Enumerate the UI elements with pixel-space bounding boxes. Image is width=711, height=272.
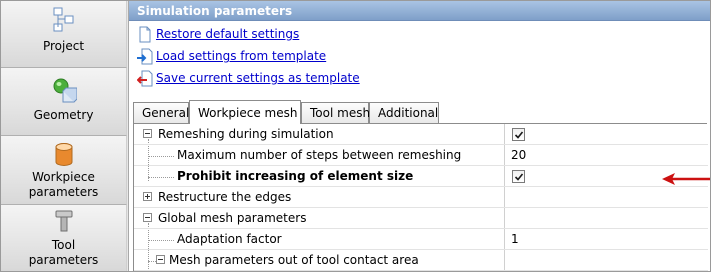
sidebar-item-label: parameters [28,185,99,199]
grid-row-prohibit-increasing[interactable]: Prohibit increasing of element size [134,166,708,187]
application-window: Project Geometry Workpiece parameters To… [0,0,711,272]
project-icon [53,7,75,36]
sidebar-item-label: Workpiece [32,170,95,184]
grid-row-adaptation-factor[interactable]: Adaptation factor 1 [134,229,708,250]
simulation-parameters-panel: Simulation parameters Restore default se… [129,1,710,271]
grid-row-global-mesh[interactable]: Global mesh parameters [134,208,708,229]
workpiece-icon [53,142,75,171]
property-name: Restructure the edges [158,190,292,204]
sidebar-item-geometry[interactable]: Geometry [1,68,127,136]
grid-row-remeshing[interactable]: Remeshing during simulation [134,124,708,145]
prohibit-increasing-checkbox[interactable] [512,170,525,183]
save-template-link[interactable]: Save current settings as template [156,71,360,85]
property-name: Prohibit increasing of element size [177,169,414,183]
property-name: Global mesh parameters [158,211,307,225]
panel-title: Simulation parameters [129,1,710,21]
tab-general[interactable]: General [133,102,189,123]
sidebar-item-label: Geometry [33,108,94,122]
property-name: Adaptation factor [177,232,282,246]
sidebar: Project Geometry Workpiece parameters To… [1,1,129,271]
geometry-icon [51,78,77,107]
sidebar-item-label: Project [42,39,85,53]
collapse-icon[interactable] [143,129,152,138]
sidebar-item-workpiece-parameters[interactable]: Workpiece parameters [1,136,127,205]
grid-row-mesh-out-of-contact[interactable]: Mesh parameters out of tool contact area [134,250,708,271]
load-template-link[interactable]: Load settings from template [156,49,326,63]
tool-icon [53,209,75,236]
property-grid: Remeshing during simulation Maximum numb… [133,124,708,271]
annotation-arrow-icon [662,173,710,185]
max-steps-value[interactable]: 20 [511,145,526,165]
property-name: Remeshing during simulation [158,127,334,141]
remeshing-checkbox[interactable] [512,128,525,141]
expand-icon[interactable] [143,192,152,201]
load-arrow-icon [137,48,153,65]
tab-additional[interactable]: Additional [369,102,439,123]
property-name: Maximum number of steps between remeshin… [177,148,462,162]
restore-default-link[interactable]: Restore default settings [156,27,299,41]
grid-row-max-steps[interactable]: Maximum number of steps between remeshin… [134,145,708,166]
save-arrow-icon [136,70,153,87]
adaptation-factor-value[interactable]: 1 [511,229,519,249]
property-name: Mesh parameters out of tool contact area [169,253,419,267]
collapse-icon[interactable] [156,255,165,264]
sidebar-item-label: parameters [28,253,99,267]
tab-workpiece-mesh[interactable]: Workpiece mesh [189,100,301,124]
collapse-icon[interactable] [143,213,152,222]
sidebar-item-tool-parameters[interactable]: Tool parameters [1,205,127,271]
document-icon [137,26,153,43]
tab-tool-mesh[interactable]: Tool mesh [301,102,370,123]
grid-row-restructure-edges[interactable]: Restructure the edges [134,187,708,208]
sidebar-item-label: Tool [51,238,76,252]
sidebar-item-project[interactable]: Project [1,1,127,68]
